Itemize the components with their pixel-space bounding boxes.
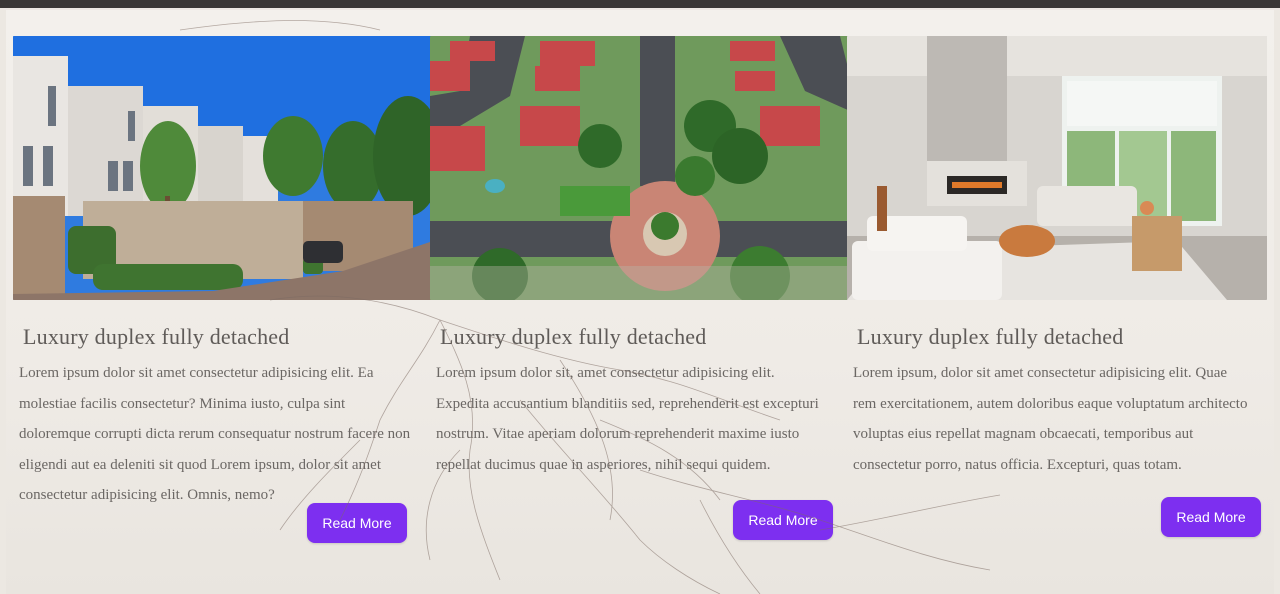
listing-description: Lorem ipsum, dolor sit amet consectetur … <box>853 365 1248 473</box>
listing-title: Luxury duplex fully detached <box>857 324 1124 349</box>
listing-image-aerial[interactable] <box>430 36 850 300</box>
listing-card-1: Luxury duplex fully detached Lorem ipsum… <box>13 36 433 511</box>
listing-card-2: Luxury duplex fully detached Lorem ipsum… <box>430 36 850 480</box>
listing-image-living-room[interactable] <box>847 36 1267 300</box>
read-more-button[interactable]: Read More <box>1161 497 1261 537</box>
read-more-button[interactable]: Read More <box>307 503 407 543</box>
listing-description: Lorem ipsum dolor sit, amet consectetur … <box>436 365 819 473</box>
listings-section: Luxury duplex fully detached Lorem ipsum… <box>6 10 1274 594</box>
listing-card-3: Luxury duplex fully detached Lorem ipsum… <box>847 36 1267 480</box>
read-more-button[interactable]: Read More <box>733 500 833 540</box>
screen-top-edge <box>0 0 1280 8</box>
listing-image-townhouses[interactable] <box>13 36 433 300</box>
listing-title: Luxury duplex fully detached <box>440 324 707 349</box>
listing-title: Luxury duplex fully detached <box>23 324 290 349</box>
listing-description: Lorem ipsum dolor sit amet consectetur a… <box>19 365 411 503</box>
